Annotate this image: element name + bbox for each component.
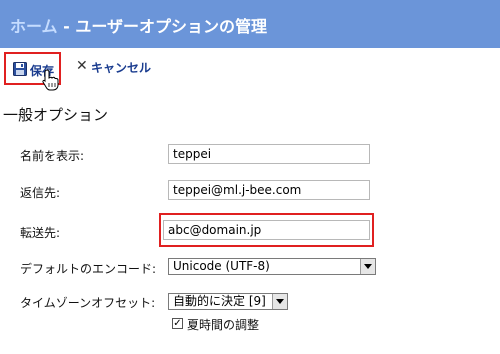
forward-to-input[interactable] <box>163 220 370 240</box>
chevron-down-icon[interactable] <box>272 294 287 309</box>
cancel-button-label: キャンセル <box>91 61 152 75</box>
timezone-select[interactable]: 自動的に決定 [9] <box>168 293 288 310</box>
reply-to-label: 返信先: <box>20 186 61 200</box>
encoding-select[interactable]: Unicode (UTF-8) <box>168 258 376 275</box>
dst-checkbox-label: 夏時間の調整 <box>187 318 260 332</box>
timezone-select-value: 自動的に決定 [9] <box>173 294 266 308</box>
forward-to-label: 転送先: <box>20 226 61 240</box>
save-button[interactable]: 保存 <box>4 52 61 91</box>
floppy-disk-icon <box>13 62 27 76</box>
reply-to-input[interactable] <box>168 180 370 200</box>
home-link[interactable]: ホーム <box>10 17 58 36</box>
encoding-select-value: Unicode (UTF-8) <box>173 259 270 273</box>
dst-checkbox[interactable]: ✓ <box>172 318 183 329</box>
page-title: ホーム - ユーザーオプションの管理 <box>10 13 267 37</box>
encoding-label: デフォルトのエンコード: <box>20 262 157 276</box>
timezone-label: タイムゾーンオフセット: <box>20 296 156 310</box>
display-name-label: 名前を表示: <box>20 149 85 163</box>
display-name-input[interactable] <box>168 144 370 164</box>
section-title: 一般オプション <box>3 106 109 124</box>
page-title-text: ユーザーオプションの管理 <box>75 17 267 36</box>
toolbar: 保存 ✕ キャンセル <box>0 48 500 91</box>
hand-pointer-icon <box>42 69 59 91</box>
chevron-down-icon[interactable] <box>360 259 375 274</box>
checkmark-icon: ✓ <box>173 318 182 329</box>
title-separator: - <box>57 17 76 36</box>
close-icon: ✕ <box>76 58 88 74</box>
page-header: ホーム - ユーザーオプションの管理 <box>0 0 500 48</box>
